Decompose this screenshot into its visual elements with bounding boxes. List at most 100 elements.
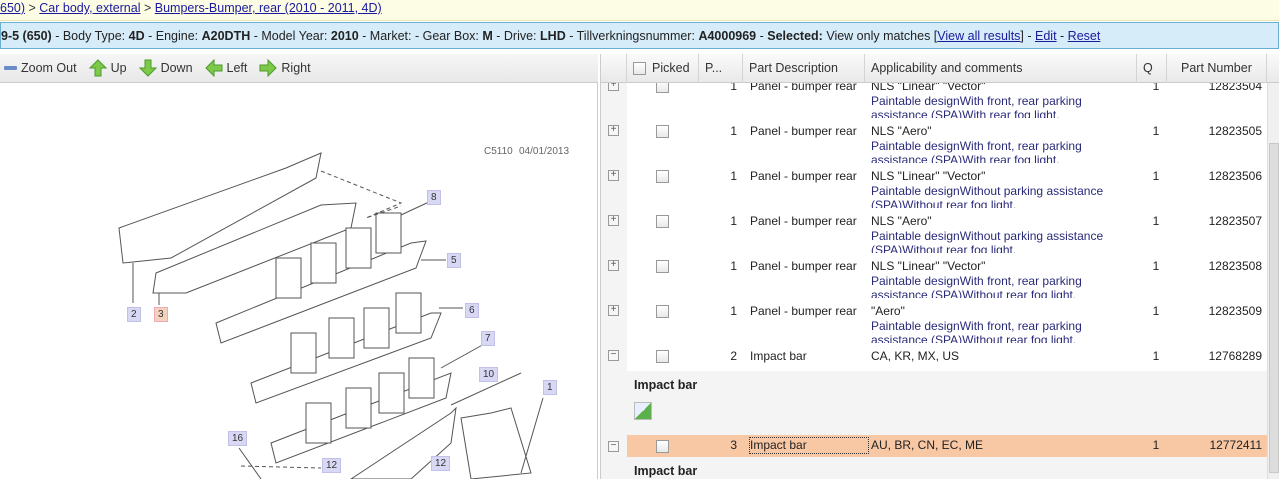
expand-icon[interactable]: + — [608, 305, 619, 316]
table-row[interactable]: + 1 Panel - bumper rear NLS "Linear" "Ve… — [608, 163, 1267, 212]
select-all-checkbox[interactable] — [633, 62, 646, 75]
column-header-picked[interactable]: Picked — [627, 54, 699, 83]
part-description: Impact bar — [749, 437, 869, 454]
part-description: Impact bar — [750, 349, 807, 363]
breadcrumb-car-body-link[interactable]: Car body, external — [39, 1, 140, 15]
picked-checkbox[interactable] — [656, 440, 669, 453]
detail-title: Impact bar — [634, 378, 698, 392]
picked-checkbox[interactable] — [656, 215, 669, 228]
column-header-position[interactable]: P... — [699, 54, 743, 83]
part-number: 12823508 — [1208, 259, 1262, 273]
zoom-out-label: Zoom Out — [21, 61, 77, 75]
applicability: NLS "Linear" "Vector" Paintable designWit… — [871, 169, 1141, 213]
down-button[interactable]: Down — [138, 59, 193, 77]
applicability: NLS "Linear" "Vector" Paintable designWit… — [871, 259, 1141, 303]
grid-scrollbar[interactable] — [1267, 83, 1279, 479]
table-row-selected[interactable]: − 3 Impact bar AU, BR, CN, EC, ME 1 1277… — [608, 435, 1267, 457]
applicability-title: NLS "Linear" "Vector" — [871, 259, 986, 273]
callout-12[interactable]: 12 — [431, 456, 451, 471]
table-row[interactable]: + 1 Panel - bumper rear NLS "Linear" "Ve… — [608, 253, 1267, 302]
gear-box: M — [482, 29, 493, 43]
table-row[interactable]: − 2 Impact bar CA, KR, MX, US 1 12768289 — [608, 343, 1267, 371]
arrow-down-icon — [138, 59, 157, 77]
right-button[interactable]: Right — [259, 59, 311, 77]
view-all-results-link[interactable]: View all results — [937, 29, 1020, 43]
picked-checkbox[interactable] — [656, 125, 669, 138]
callout-16[interactable]: 16 — [228, 431, 248, 446]
callout-6[interactable]: 6 — [465, 303, 479, 318]
reset-link[interactable]: Reset — [1068, 29, 1101, 43]
diagram-code: C5110 — [484, 146, 513, 157]
expand-icon[interactable]: + — [608, 215, 619, 226]
part-number: 12823506 — [1208, 169, 1262, 183]
column-header-applicability[interactable]: Applicability and comments — [865, 54, 1137, 83]
picked-checkbox[interactable] — [656, 260, 669, 273]
position: 2 — [730, 349, 737, 363]
part-number: 12823505 — [1208, 124, 1262, 138]
breadcrumb-separator: > — [25, 1, 40, 15]
part-number: 12772411 — [1209, 438, 1263, 452]
part-description: Panel - bumper rear — [750, 83, 857, 93]
picked-checkbox[interactable] — [656, 305, 669, 318]
picked-checkbox[interactable] — [656, 350, 669, 363]
applicability: AU, BR, CN, EC, ME — [871, 438, 1141, 453]
table-row[interactable]: + 1 Panel - bumper rear "Aero" Paintable … — [608, 298, 1267, 347]
up-button[interactable]: Up — [88, 59, 127, 77]
expand-icon[interactable]: + — [608, 83, 619, 91]
edit-link[interactable]: Edit — [1035, 29, 1057, 43]
table-row[interactable]: + 1 Panel - bumper rear NLS "Linear" "Ve… — [608, 83, 1267, 122]
table-row[interactable]: + 1 Panel - bumper rear NLS "Aero" Painta… — [608, 118, 1267, 167]
callout-10[interactable]: 10 — [479, 367, 499, 382]
callout-2[interactable]: 2 — [127, 307, 141, 322]
down-label: Down — [160, 61, 193, 75]
collapse-icon[interactable]: − — [608, 441, 619, 452]
expand-icon[interactable]: + — [608, 260, 619, 271]
exploded-parts-diagram[interactable]: C5110 04/01/2013 8 5 6 2 3 7 10 1 16 12 … — [111, 143, 571, 479]
left-button[interactable]: Left — [204, 59, 248, 77]
applicability: CA, KR, MX, US — [871, 349, 1141, 364]
scrollbar-thumb[interactable] — [1269, 143, 1279, 473]
part-description: Panel - bumper rear — [750, 169, 857, 183]
zoom-out-button[interactable]: Zoom Out — [4, 61, 77, 75]
callout-7[interactable]: 7 — [481, 331, 495, 346]
model-year: 2010 — [330, 29, 359, 43]
column-header-quantity[interactable]: Q — [1137, 54, 1167, 83]
column-header-part-description[interactable]: Part Description — [743, 54, 865, 83]
vehicle-info-bar: 9-5 (650) - Body Type: 4D - Engine: A20D… — [0, 22, 1279, 49]
diagram-toolbar: Zoom Out Up Down Left Right — [0, 54, 598, 83]
expand-icon[interactable]: + — [608, 125, 619, 136]
left-label: Left — [226, 61, 248, 75]
callout-12[interactable]: 12 — [322, 458, 342, 473]
collapse-icon[interactable]: − — [608, 350, 619, 361]
picked-checkbox[interactable] — [656, 170, 669, 183]
position: 1 — [730, 259, 737, 273]
column-header-part-number[interactable]: Part Number — [1167, 54, 1267, 83]
applicability-title: AU, BR, CN, EC, ME — [871, 438, 984, 452]
position: 1 — [730, 83, 737, 93]
callout-5[interactable]: 5 — [447, 253, 461, 268]
part-detail-panel: Impact bar — [627, 461, 1267, 479]
position: 1 — [730, 124, 737, 138]
arrow-up-icon — [88, 59, 107, 77]
expand-icon[interactable]: + — [608, 170, 619, 181]
table-row[interactable]: + 1 Panel - bumper rear NLS "Aero" Painta… — [608, 208, 1267, 257]
breadcrumb-separator: > — [140, 1, 155, 15]
breadcrumb-model-link[interactable]: 650) — [0, 1, 25, 15]
breadcrumb-bumper-link[interactable]: Bumpers-Bumper, rear (2010 - 2011, 4D) — [155, 1, 382, 15]
applicability-title: NLS "Linear" "Vector" — [871, 169, 986, 183]
engine: A20DTH — [201, 29, 251, 43]
label: Selected: — [767, 29, 823, 43]
picked-checkbox[interactable] — [656, 83, 669, 93]
applicability-title: CA, KR, MX, US — [871, 349, 960, 363]
applicability-title: "Aero" — [871, 304, 905, 318]
callout-1[interactable]: 1 — [543, 380, 557, 395]
part-description: Panel - bumper rear — [750, 214, 857, 228]
grid-header: Picked P... Part Description Applicabili… — [601, 54, 1279, 83]
callout-8[interactable]: 8 — [427, 190, 441, 205]
grid-body: + 1 Panel - bumper rear NLS "Linear" "Ve… — [601, 83, 1267, 479]
applicability: "Aero" Paintable designWith front, rear p… — [871, 304, 1141, 348]
part-number: 12768289 — [1208, 349, 1262, 363]
callout-3[interactable]: 3 — [154, 307, 168, 322]
detail-title: Impact bar — [634, 464, 698, 478]
arrow-left-icon — [204, 59, 223, 77]
